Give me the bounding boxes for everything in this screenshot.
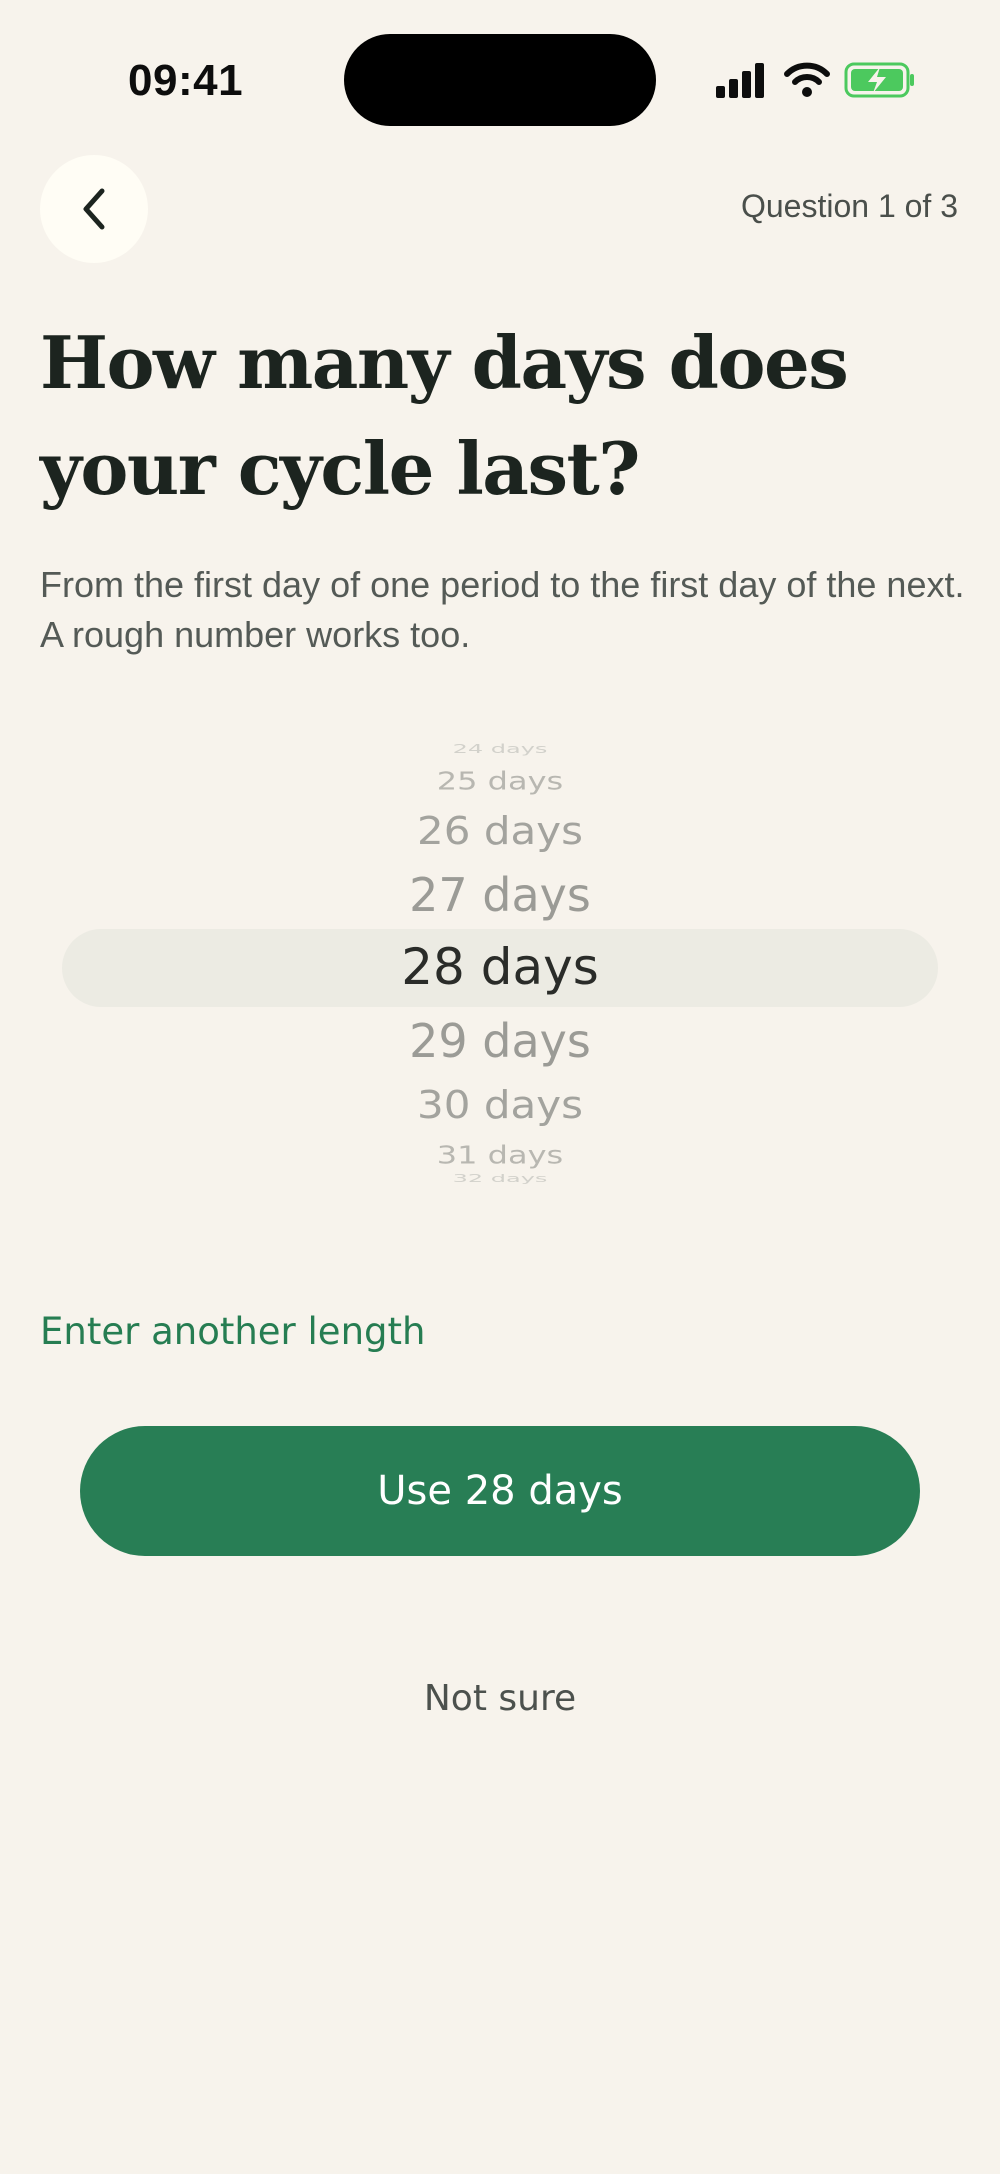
- page-subtitle: From the first day of one period to the …: [40, 564, 965, 655]
- back-button[interactable]: [40, 155, 148, 263]
- dynamic-island: [344, 34, 656, 126]
- picker-option-selected[interactable]: 28 days: [0, 938, 1000, 996]
- page-title: How many days does your cycle last?: [40, 320, 849, 511]
- picker-option[interactable]: 32 days: [0, 1172, 1000, 1185]
- picker-option[interactable]: 31 days: [0, 1140, 1000, 1170]
- not-sure-button[interactable]: Not sure: [0, 1678, 1000, 1719]
- chevron-left-icon: [83, 188, 105, 230]
- wifi-icon: [784, 62, 830, 97]
- picker-option[interactable]: 24 days: [0, 742, 1000, 756]
- question-progress: Question 1 of 3: [740, 188, 958, 224]
- picker-option[interactable]: 30 days: [0, 1082, 1000, 1127]
- cycle-length-picker[interactable]: 24 days 25 days 26 days 27 days 28 days …: [0, 740, 1000, 1190]
- picker-option[interactable]: 27 days: [0, 868, 1000, 922]
- battery-charging-icon: [844, 62, 914, 98]
- picker-option[interactable]: 25 days: [0, 766, 1000, 796]
- status-time: 09:41: [128, 56, 244, 105]
- picker-option[interactable]: 29 days: [0, 1014, 1000, 1068]
- signal-icon: [716, 63, 764, 98]
- picker-option[interactable]: 26 days: [0, 808, 1000, 853]
- use-selected-length-button[interactable]: Use 28 days: [80, 1426, 920, 1556]
- status-icons: [716, 60, 916, 100]
- enter-another-length-link[interactable]: Enter another length: [40, 1310, 425, 1353]
- screen: 09:41 Question 1 of 3 How many days does…: [0, 0, 1000, 2174]
